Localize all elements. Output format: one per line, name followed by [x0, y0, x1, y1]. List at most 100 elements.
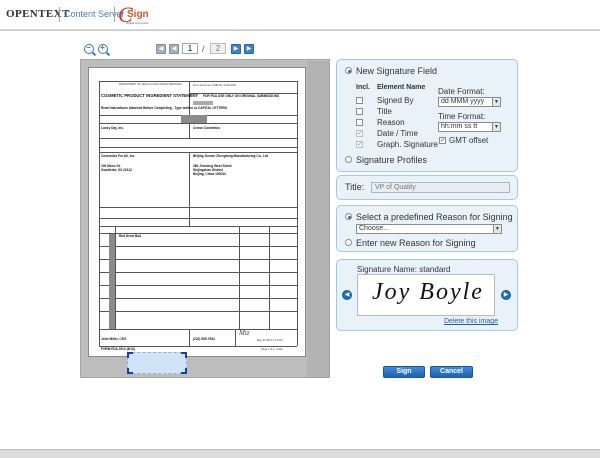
- title-input[interactable]: VP of Quality: [371, 182, 510, 193]
- include-signed-by-checkbox[interactable]: [356, 97, 363, 104]
- doc-ingredient: Red Dried Bud: [119, 234, 142, 238]
- element-reason: Reason: [377, 118, 405, 127]
- next-signature-icon[interactable]: ▶: [501, 290, 511, 300]
- doc-agency: DEPARTMENT OF HEALTH AND HUMAN SERVICES: [119, 83, 182, 86]
- form-line: [189, 329, 190, 346]
- esign-logo-text: Sign: [127, 9, 149, 20]
- signature-image: Joy Boyle: [357, 274, 495, 316]
- column-element-name: Element Name: [377, 84, 426, 91]
- next-page-icon[interactable]: ▶: [231, 44, 241, 54]
- delete-image-link[interactable]: Delete this image: [444, 318, 498, 325]
- chevron-down-icon: ▼: [492, 98, 500, 106]
- placement-corner: [181, 352, 187, 358]
- zoom-out-icon[interactable]: −: [84, 43, 94, 54]
- time-format-value: hh:mm ss tt: [441, 123, 478, 130]
- form-line: [297, 81, 298, 346]
- chevron-down-icon: ▼: [492, 123, 500, 131]
- chevron-down-icon: ▼: [493, 225, 501, 233]
- new-signature-field-radio[interactable]: [345, 67, 352, 74]
- header-divider: [114, 7, 115, 22]
- doc-signature-scribble: Mtz: [239, 329, 250, 337]
- element-graph-signature: Graph. Signature: [377, 140, 438, 149]
- doc-approval: Form Approved: OMB No. 0910-0030: [193, 84, 236, 87]
- app-header: OPENTEXT Content Server C Sign Digital A…: [0, 0, 600, 30]
- redaction-block: [109, 234, 115, 329]
- form-line: [99, 123, 297, 124]
- form-line: [189, 123, 190, 138]
- opentext-logo: OPENTEXT: [6, 8, 70, 20]
- doc-packer-addr3: Beijing, China 100043: [193, 172, 226, 176]
- form-line: [189, 152, 190, 207]
- column-incl: Incl.: [356, 84, 371, 91]
- form-line: [99, 138, 297, 139]
- esign-logo: C Sign Digital Approvals: [118, 4, 156, 26]
- form-line: [239, 226, 240, 329]
- date-format-value: dd MMM yyyy: [441, 98, 485, 105]
- page-separator: /: [202, 44, 205, 54]
- zoom-in-icon[interactable]: +: [98, 43, 108, 54]
- doc-fda-use: FOR FDA USE ONLY ON ORIGINAL SUBMISSIONS: [203, 94, 280, 98]
- signature-image-text: Joy Boyle: [372, 279, 484, 305]
- gmt-offset-label: GMT offset: [449, 136, 489, 145]
- last-page-icon[interactable]: ▶: [244, 44, 254, 54]
- form-line: [115, 226, 116, 329]
- doc-phone: (222) 555-7654: [193, 337, 215, 341]
- form-line: [99, 218, 297, 219]
- header-divider: [59, 7, 60, 22]
- doc-firm-name: Lucky Day, Inc.: [101, 126, 124, 130]
- include-title-checkbox[interactable]: [356, 108, 363, 115]
- form-line: [99, 81, 297, 82]
- doc-title: COSMETIC PRODUCT INGREDIENT STATEMENT: [101, 93, 199, 98]
- bottom-bar: [0, 449, 600, 458]
- form-line: [99, 207, 297, 208]
- date-format-label: Date Format:: [438, 87, 485, 96]
- predefined-reason-radio[interactable]: [345, 213, 352, 220]
- redaction-block: [181, 115, 207, 123]
- predefined-reason-label: Select a predefined Reason for Signing: [356, 212, 513, 222]
- time-format-select[interactable]: hh:mm ss tt ▼: [438, 122, 501, 132]
- form-line: [99, 81, 100, 346]
- element-signed-by: Signed By: [377, 96, 414, 105]
- viewer-scrollbar[interactable]: [307, 61, 329, 377]
- new-reason-label: Enter new Reason for Signing: [356, 238, 476, 248]
- previous-signature-icon[interactable]: ◀: [342, 290, 352, 300]
- sign-button[interactable]: Sign: [383, 366, 425, 378]
- reason-select[interactable]: Choose... ▼: [356, 224, 502, 234]
- include-graph-signature-checkbox: [356, 140, 363, 148]
- previous-page-icon[interactable]: ◀: [169, 44, 179, 54]
- time-format-label: Time Format:: [438, 112, 486, 121]
- form-line: [99, 329, 297, 330]
- element-title: Title: [377, 107, 392, 116]
- doc-product-name: Crown Cosmetics: [193, 126, 220, 130]
- doc-manufacturer-addr2: Goodtrekt, XX 22112: [101, 168, 132, 172]
- signature-profiles-label: Signature Profiles: [356, 155, 428, 165]
- page-total: 2: [210, 43, 226, 54]
- form-line: [99, 147, 297, 148]
- document-page: DEPARTMENT OF HEALTH AND HUMAN SERVICES …: [88, 67, 306, 374]
- new-signature-field-label: New Signature Field: [356, 66, 438, 76]
- signature-profiles-radio[interactable]: [345, 156, 352, 163]
- doc-stamp: May 22 2013 3:13 PM: [257, 339, 283, 342]
- product-name: Content Server: [64, 9, 125, 19]
- doc-instructions: Read Instructions Attached Before Comple…: [101, 106, 227, 110]
- signature-placement-box[interactable]: [127, 352, 187, 374]
- placement-corner: [127, 352, 133, 358]
- doc-packer: Beijing Jinwen Zhengtong Manufacturing C…: [193, 154, 269, 158]
- signature-name-label: Signature Name: standard: [357, 265, 451, 274]
- gmt-offset-checkbox[interactable]: [439, 136, 446, 144]
- form-line: [99, 152, 297, 153]
- element-date-time: Date / Time: [377, 129, 418, 138]
- include-reason-checkbox[interactable]: [356, 119, 363, 126]
- page-number-input[interactable]: [182, 43, 198, 54]
- form-line: [269, 226, 270, 329]
- new-reason-radio[interactable]: [345, 239, 352, 246]
- first-page-icon[interactable]: ◀: [156, 44, 166, 54]
- cancel-button[interactable]: Cancel: [430, 366, 473, 378]
- redaction-block: [193, 101, 213, 105]
- document-viewer[interactable]: DEPARTMENT OF HEALTH AND HUMAN SERVICES …: [80, 59, 330, 378]
- date-format-select[interactable]: dd MMM yyyy ▼: [438, 97, 501, 107]
- esign-logo-subtitle: Digital Approvals: [126, 21, 149, 25]
- placement-corner: [181, 368, 187, 374]
- placement-corner: [127, 368, 133, 374]
- title-label: Title:: [345, 182, 365, 192]
